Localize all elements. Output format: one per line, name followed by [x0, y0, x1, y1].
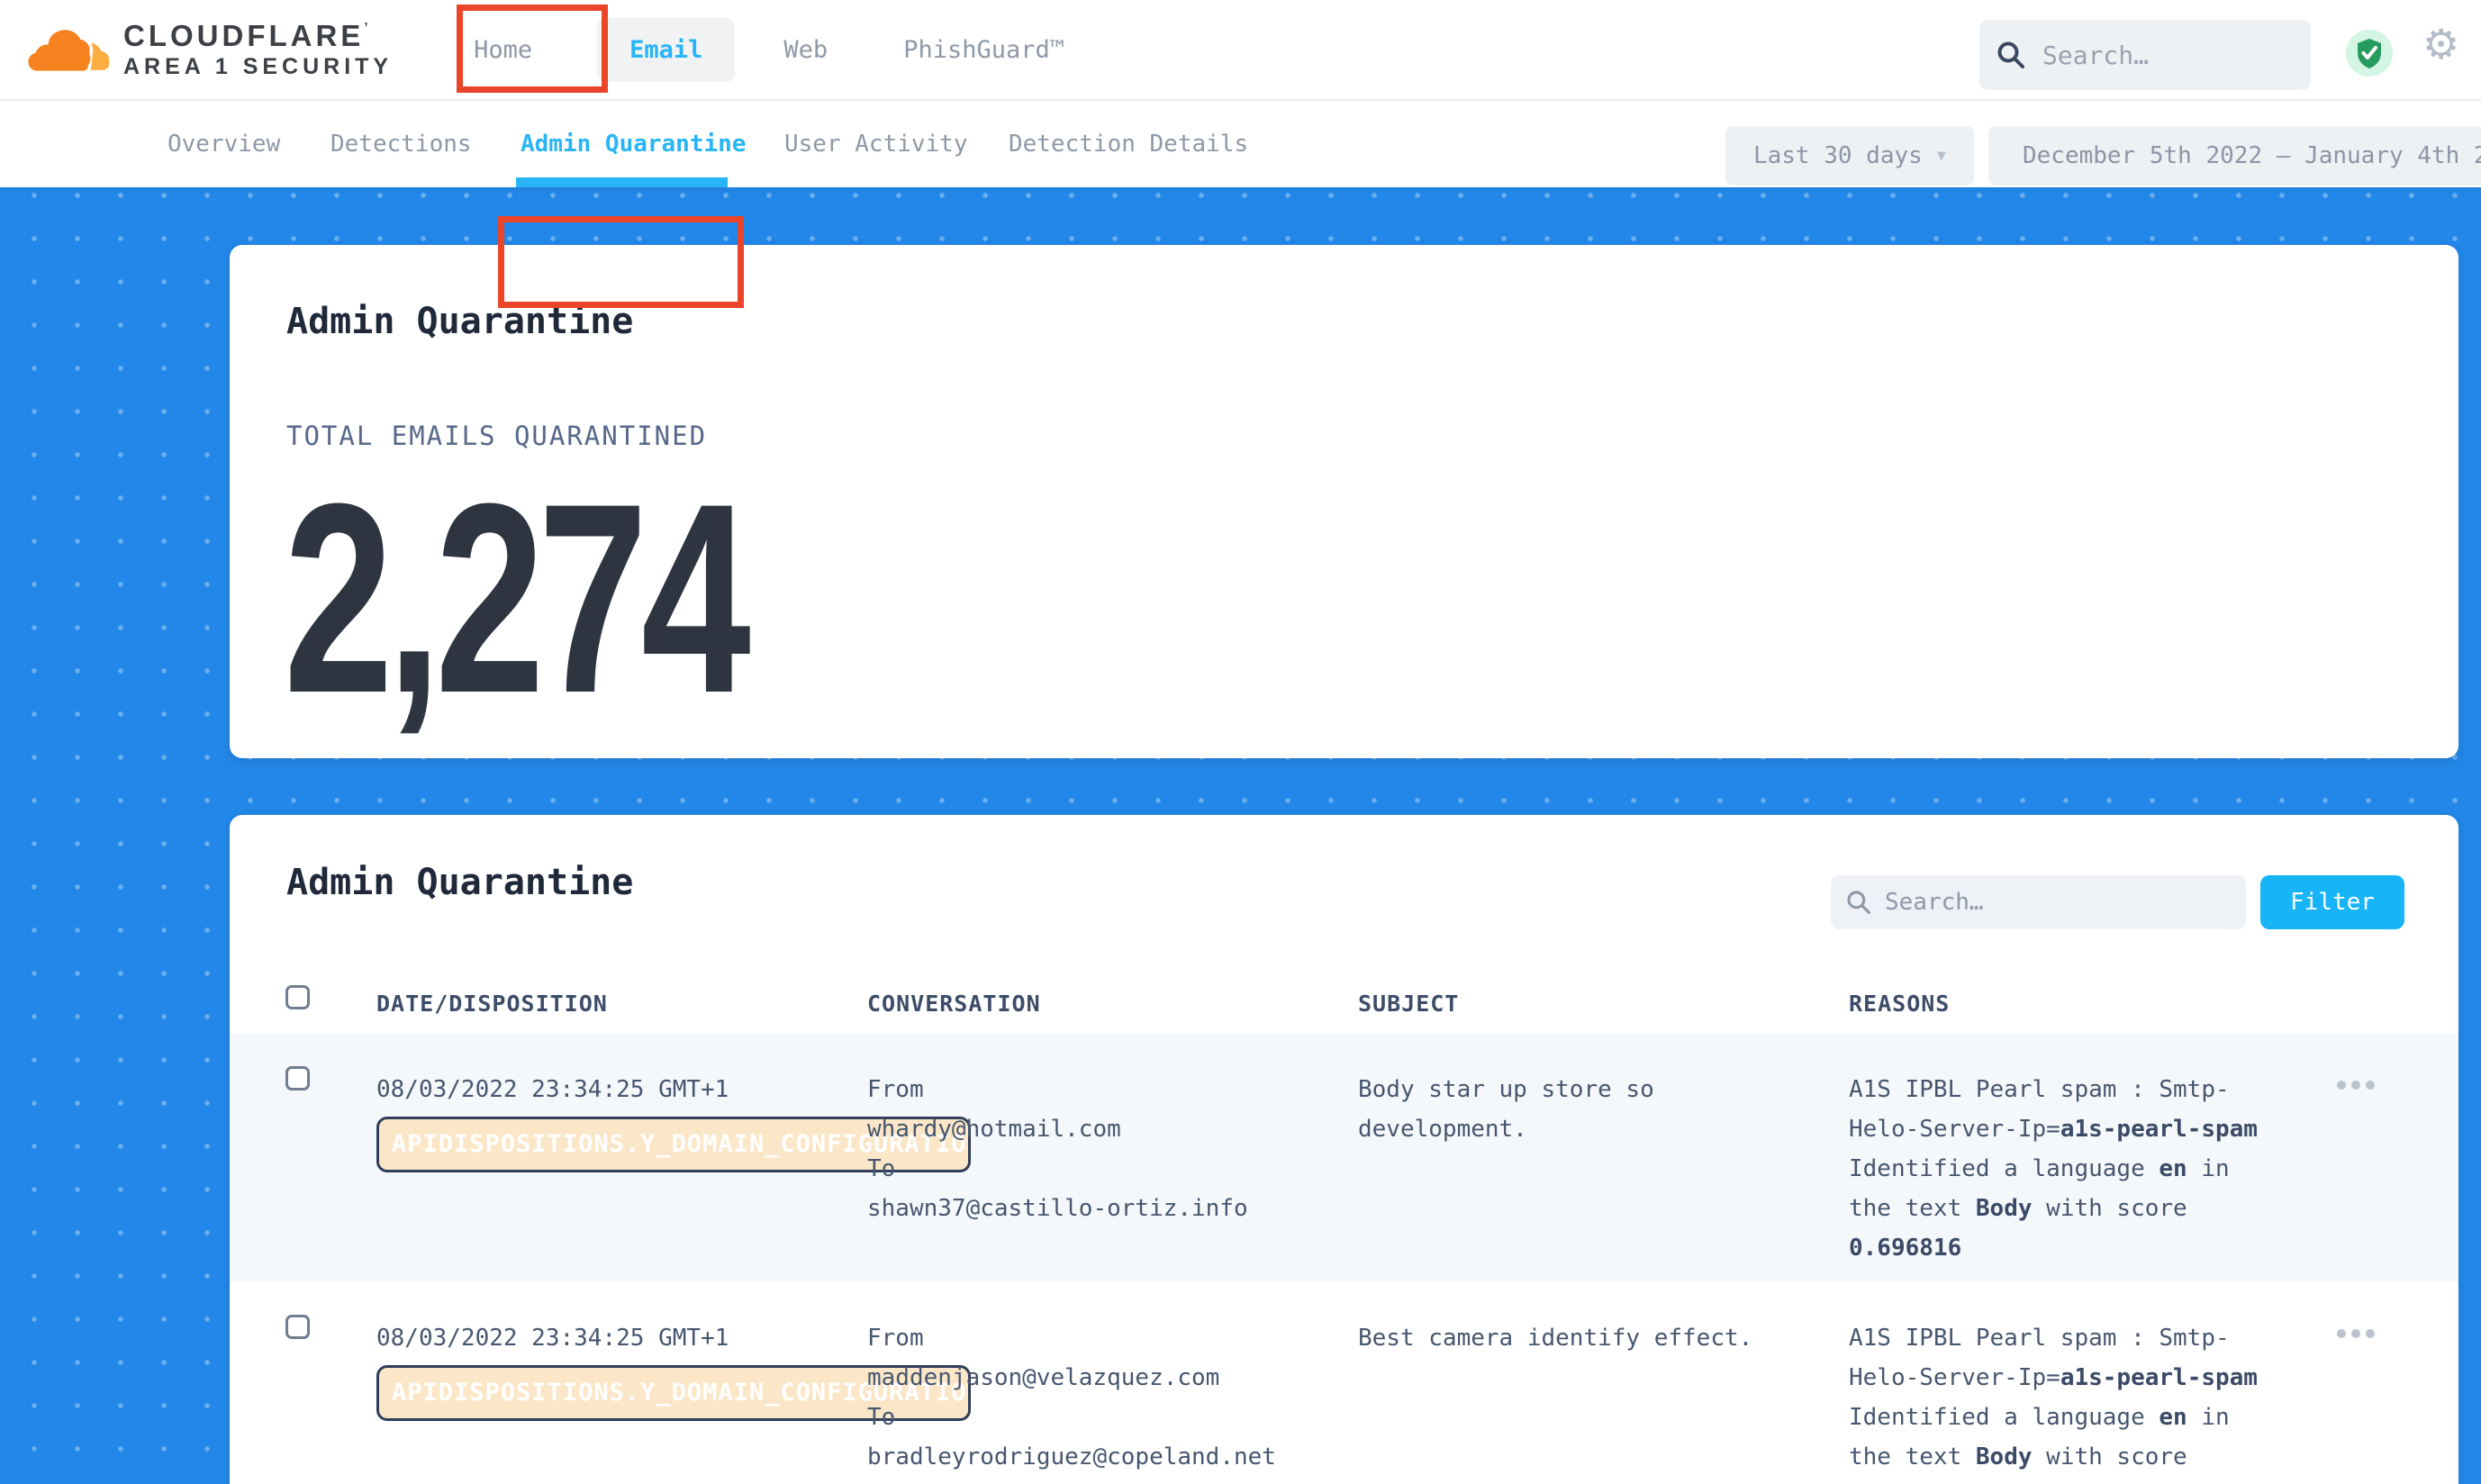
date-range-display[interactable]: December 5th 2022 — January 4th 2023	[1988, 126, 2481, 186]
protection-status-badge[interactable]	[2346, 30, 2393, 77]
column-header-date: DATE/DISPOSITION	[376, 991, 608, 1017]
nav-item-phishguard[interactable]: PhishGuard™	[892, 36, 1075, 64]
reason-line: Identified a language en in	[1849, 1149, 2299, 1189]
nav-item-email-active[interactable]: Email	[597, 18, 735, 82]
global-search-placeholder: Search…	[2042, 41, 2149, 70]
reason-line: Helo-Server-Ip=a1s-pearl-spam	[1849, 1358, 2299, 1398]
table-search-input[interactable]: Search…	[1831, 875, 2246, 929]
ellipsis-dot	[2366, 1329, 2375, 1338]
row-reasons: A1S IPBL Pearl spam : Smtp-Helo-Server-I…	[1849, 1070, 2299, 1268]
subject-line: Best camera identify effect.	[1358, 1318, 1752, 1358]
conversation-line: shawn37@castillo-ortiz.info	[867, 1189, 1248, 1228]
global-search-input[interactable]: Search…	[1979, 20, 2311, 90]
reason-line: 0.696816	[1849, 1228, 2299, 1268]
reason-line: the text Body with score	[1849, 1189, 2299, 1228]
conversation-line: From	[867, 1070, 1248, 1109]
table-search-placeholder: Search…	[1885, 889, 1984, 916]
subject-line: Body star up store so	[1358, 1070, 1654, 1109]
select-all-checkbox[interactable]	[285, 985, 310, 1009]
brand-trademark: ’	[364, 20, 371, 35]
row-conversation[interactable]: Frommaddenjason@velazquez.comTobradleyro…	[867, 1318, 1276, 1477]
conversation-line: From	[867, 1318, 1276, 1358]
row-date: 08/03/2022 23:34:25 GMT+1	[376, 1318, 729, 1358]
reason-line: A1S IPBL Pearl spam : Smtp-	[1849, 1318, 2299, 1358]
quarantine-table-body: 08/03/2022 23:34:25 GMT+1APIDISPOSITIONS…	[230, 1034, 2458, 1484]
ellipsis-dot	[2337, 1081, 2346, 1090]
row-actions-button[interactable]	[2337, 1081, 2375, 1090]
row-subject: Best camera identify effect.	[1358, 1318, 1752, 1358]
quarantine-table-card: Admin Quarantine Search… Filter DATE/DIS…	[230, 815, 2458, 1484]
shield-check-icon	[2354, 37, 2385, 69]
row-actions-button[interactable]	[2337, 1329, 2375, 1338]
row-reasons: A1S IPBL Pearl spam : Smtp-Helo-Server-I…	[1849, 1318, 2299, 1484]
reason-line: A1S IPBL Pearl spam : Smtp-	[1849, 1070, 2299, 1109]
email-sub-nav: Overview Detections Admin Quarantine Use…	[0, 101, 2481, 187]
reason-line: 0.696816	[1849, 1477, 2299, 1484]
top-header: CLOUDFLARE’ AREA 1 SECURITY Home Email W…	[0, 0, 2481, 101]
table-row: 08/03/2022 23:34:25 GMT+1APIDISPOSITIONS…	[230, 1282, 2458, 1484]
row-conversation[interactable]: Fromwhardy@hotmail.comToshawn37@castillo…	[867, 1070, 1248, 1228]
conversation-line: maddenjason@velazquez.com	[867, 1358, 1276, 1398]
ellipsis-dot	[2337, 1329, 2346, 1338]
total-quarantined-value: 2,274	[284, 463, 745, 733]
tab-overview[interactable]: Overview	[168, 131, 280, 158]
active-tab-underline	[516, 177, 728, 187]
cloudflare-cloud-icon	[23, 23, 113, 76]
subject-line: development.	[1358, 1109, 1654, 1149]
conversation-line: To	[867, 1398, 1276, 1437]
conversation-line: bradleyrodriguez@copeland.net	[867, 1437, 1276, 1477]
reason-line: the text Body with score	[1849, 1437, 2299, 1477]
row-checkbox[interactable]	[285, 1066, 310, 1090]
search-icon	[1996, 40, 2026, 70]
tab-detections[interactable]: Detections	[330, 131, 472, 158]
column-header-reasons: REASONS	[1849, 991, 1950, 1017]
table-card-title: Admin Quarantine	[286, 862, 633, 903]
time-range-dropdown[interactable]: Last 30 days ▼	[1725, 126, 1974, 186]
chevron-down-icon: ▼	[1937, 147, 1946, 165]
column-header-conversation: CONVERSATION	[867, 991, 1041, 1017]
column-header-subject: SUBJECT	[1358, 991, 1459, 1017]
brand-subtitle: AREA 1 SECURITY	[123, 56, 393, 78]
conversation-line: whardy@hotmail.com	[867, 1109, 1248, 1149]
conversation-line: To	[867, 1149, 1248, 1189]
row-subject: Body star up store sodevelopment.	[1358, 1070, 1654, 1149]
filter-button[interactable]: Filter	[2260, 875, 2404, 929]
page-background: Admin Quarantine TOTAL EMAILS QUARANTINE…	[0, 187, 2481, 1484]
stat-card-title: Admin Quarantine	[286, 301, 633, 342]
table-header: DATE/DISPOSITION CONVERSATION SUBJECT RE…	[230, 978, 2458, 1034]
brand-name: CLOUDFLARE’	[123, 21, 393, 50]
row-date: 08/03/2022 23:34:25 GMT+1	[376, 1070, 729, 1109]
row-checkbox[interactable]	[285, 1315, 310, 1339]
ellipsis-dot	[2351, 1081, 2360, 1090]
nav-item-web[interactable]: Web	[773, 36, 838, 64]
reason-line: Identified a language en in	[1849, 1398, 2299, 1437]
ellipsis-dot	[2351, 1329, 2360, 1338]
reason-line: Helo-Server-Ip=a1s-pearl-spam	[1849, 1109, 2299, 1149]
search-icon	[1845, 889, 1872, 916]
quarantine-stat-card: Admin Quarantine TOTAL EMAILS QUARANTINE…	[230, 245, 2458, 758]
cloudflare-logo[interactable]: CLOUDFLARE’ AREA 1 SECURITY	[23, 21, 393, 78]
primary-nav: Home Email Web PhishGuard™	[463, 18, 1075, 82]
tab-user-activity[interactable]: User Activity	[784, 131, 968, 158]
nav-item-home[interactable]: Home	[463, 36, 543, 64]
tab-detection-details[interactable]: Detection Details	[1009, 131, 1248, 158]
ellipsis-dot	[2366, 1081, 2375, 1090]
tab-admin-quarantine[interactable]: Admin Quarantine	[521, 131, 746, 158]
table-row: 08/03/2022 23:34:25 GMT+1APIDISPOSITIONS…	[230, 1034, 2458, 1282]
settings-gear-icon[interactable]: ⚙	[2422, 20, 2459, 68]
